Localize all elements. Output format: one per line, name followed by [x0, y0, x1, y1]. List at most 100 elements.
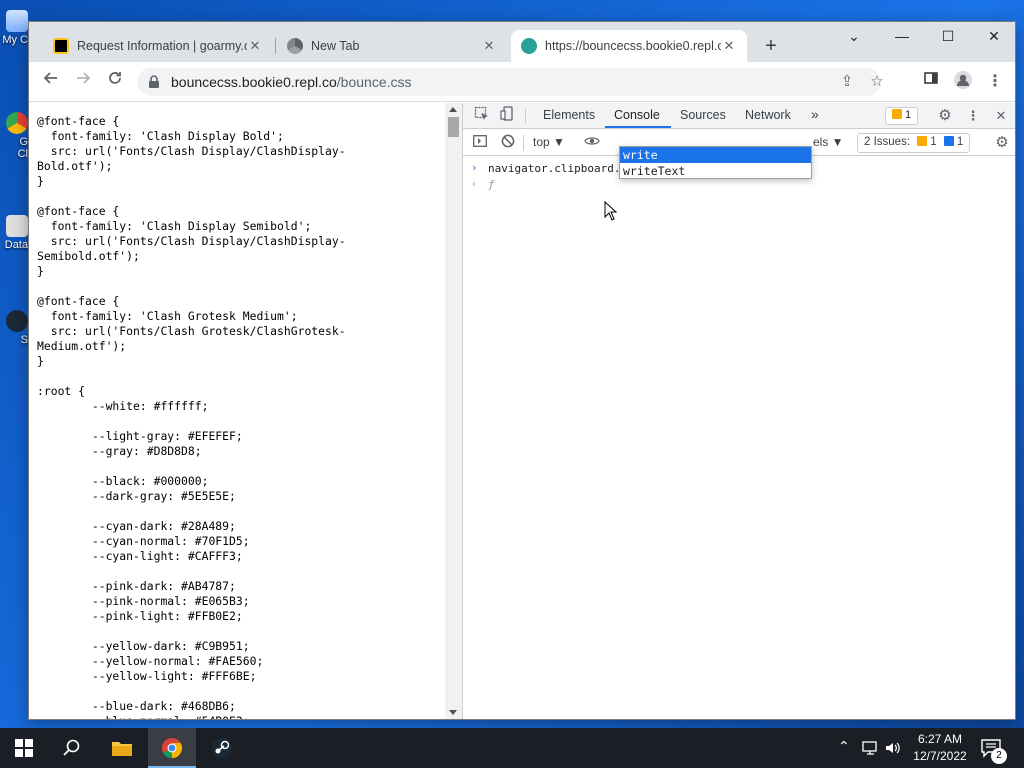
code-line: src: url('Fonts/Clash Display/ClashDispl… — [37, 234, 346, 248]
more-tabs-button[interactable]: » — [811, 106, 819, 122]
volume-icon[interactable] — [884, 740, 902, 756]
sidebar-toggle-icon[interactable] — [471, 134, 489, 152]
forward-button[interactable] — [71, 70, 95, 94]
issues-button[interactable]: 2 Issues: 1 1 — [857, 133, 971, 153]
bookmark-star-icon[interactable]: ☆ — [865, 70, 889, 94]
tab-goarmy[interactable]: Request Information | goarmy.co ✕ — [43, 30, 273, 62]
code-line: --yellow-light: #FFF6BE; — [37, 669, 257, 683]
desktop-icon-data[interactable]: Data — [0, 215, 28, 251]
maximize-button[interactable]: ☐ — [925, 22, 971, 52]
live-expression-eye-icon[interactable] — [583, 134, 601, 152]
browser-toolbar: bouncecss.bookie0.repl.co/bounce.css ⇪ ☆… — [29, 62, 1015, 102]
devtools-tab-bar: Elements Console Sources Network » 1 ⚙ ⋮… — [463, 103, 1015, 129]
code-line: --cyan-normal: #70F1D5; — [37, 534, 250, 548]
minimize-button[interactable]: — — [879, 22, 925, 52]
tab-title: New Tab — [311, 39, 360, 53]
code-line: Semibold.otf'); — [37, 249, 140, 263]
eager-result-icon: ‹ — [471, 179, 478, 190]
close-tab-icon[interactable]: ✕ — [247, 38, 263, 54]
new-tab-button[interactable]: + — [759, 35, 783, 59]
code-line: font-family: 'Clash Display Bold'; — [37, 129, 284, 143]
tab-sources[interactable]: Sources — [680, 108, 726, 122]
tab-bouncecss[interactable]: https://bouncecss.bookie0.repl.c ✕ — [511, 30, 747, 62]
profile-button[interactable] — [951, 70, 975, 94]
network-icon[interactable] — [862, 740, 880, 756]
code-line: --white: #ffffff; — [37, 399, 209, 413]
close-window-button[interactable]: ✕ — [971, 22, 1015, 52]
taskbar-file-explorer[interactable] — [98, 728, 146, 768]
code-line: src: url('Fonts/Clash Display/ClashDispl… — [37, 144, 346, 158]
start-button[interactable] — [0, 728, 48, 768]
settings-gear-icon[interactable]: ⚙ — [935, 106, 955, 126]
scroll-down-icon[interactable] — [449, 710, 457, 715]
desktop-icon-chrome[interactable]: G Cl — [0, 112, 28, 160]
tab-strip: Request Information | goarmy.co ✕ New Ta… — [29, 22, 1015, 62]
warning-count: 1 — [905, 109, 912, 121]
console-output: › navigator.clipboard.write ‹ ƒ — [463, 157, 1015, 719]
close-tab-icon[interactable]: ✕ — [481, 38, 497, 54]
lock-icon — [149, 75, 159, 88]
code-line: --blue-dark: #468DB6; — [37, 699, 236, 713]
tab-elements[interactable]: Elements — [543, 108, 595, 122]
scrollbar-thumb[interactable] — [448, 117, 459, 137]
taskbar-clock[interactable]: 6:27 AM 12/7/2022 — [908, 731, 972, 765]
tray-chevron-up-icon[interactable]: ⌃ — [838, 738, 850, 755]
taskbar-steam[interactable] — [198, 728, 246, 768]
tab-search-button[interactable]: ⌄ — [831, 22, 877, 52]
side-panel-button[interactable] — [919, 70, 943, 94]
close-devtools-icon[interactable]: ✕ — [991, 106, 1011, 126]
share-icon[interactable]: ⇪ — [835, 70, 859, 94]
taskbar-chrome[interactable] — [148, 728, 196, 768]
issues-label: 2 Issues: — [864, 136, 911, 148]
warning-count-badge[interactable]: 1 — [885, 107, 919, 125]
desktop-icon-label: Data — [4, 239, 28, 251]
url-host: bouncecss.bookie0.repl.co — [171, 74, 337, 90]
devtools-menu-icon[interactable]: ⋮ — [963, 106, 983, 126]
back-button[interactable] — [39, 70, 63, 94]
console-settings-gear-icon[interactable]: ⚙ — [993, 134, 1011, 152]
reload-icon — [109, 72, 121, 84]
desktop-icon-my-computer[interactable]: My C — [0, 10, 28, 46]
avatar-icon — [954, 71, 972, 89]
page-scrollbar[interactable] — [445, 103, 462, 719]
code-line: @font-face { — [37, 294, 120, 308]
device-toolbar-icon[interactable] — [497, 106, 517, 126]
warning-icon — [917, 136, 928, 146]
log-levels-dropdown[interactable]: els ▼ — [813, 135, 844, 149]
css-source: @font-face { font-family: 'Clash Display… — [37, 114, 346, 719]
address-bar[interactable]: bouncecss.bookie0.repl.co/bounce.css ⇪ ☆ — [137, 68, 884, 96]
code-line: } — [37, 174, 44, 188]
code-line: --yellow-dark: #C9B951; — [37, 639, 250, 653]
tab-network[interactable]: Network — [745, 108, 791, 122]
chrome-menu-button[interactable]: ⋮ — [983, 70, 1007, 94]
reload-button[interactable] — [103, 70, 127, 94]
code-line: --black: #000000; — [37, 474, 209, 488]
context-selector[interactable]: top ▼ — [533, 135, 565, 149]
issues-info-count: 1 — [956, 136, 964, 148]
chrome-icon — [287, 38, 303, 54]
scroll-up-icon[interactable] — [449, 107, 457, 112]
replit-icon — [521, 38, 537, 54]
tab-console[interactable]: Console — [614, 108, 660, 122]
code-line: --light-gray: #EFEFEF; — [37, 429, 243, 443]
console-input-typed: navigator.clipboard.wri — [488, 162, 641, 175]
tab-title: Request Information | goarmy.co — [77, 39, 247, 53]
tab-new-tab[interactable]: New Tab ✕ — [277, 30, 507, 62]
close-tab-icon[interactable]: ✕ — [721, 38, 737, 54]
inspect-element-icon[interactable] — [471, 106, 491, 126]
side-panel-icon — [924, 72, 938, 84]
autocomplete-item[interactable]: write — [620, 147, 811, 163]
search-button[interactable] — [48, 728, 96, 768]
search-icon — [63, 739, 80, 756]
autocomplete-item[interactable]: writeText — [620, 163, 811, 179]
code-line: :root { — [37, 384, 86, 398]
windows-logo-icon — [15, 739, 33, 757]
desktop-icon-steam[interactable]: S — [0, 310, 28, 346]
clear-console-icon[interactable] — [499, 134, 517, 152]
